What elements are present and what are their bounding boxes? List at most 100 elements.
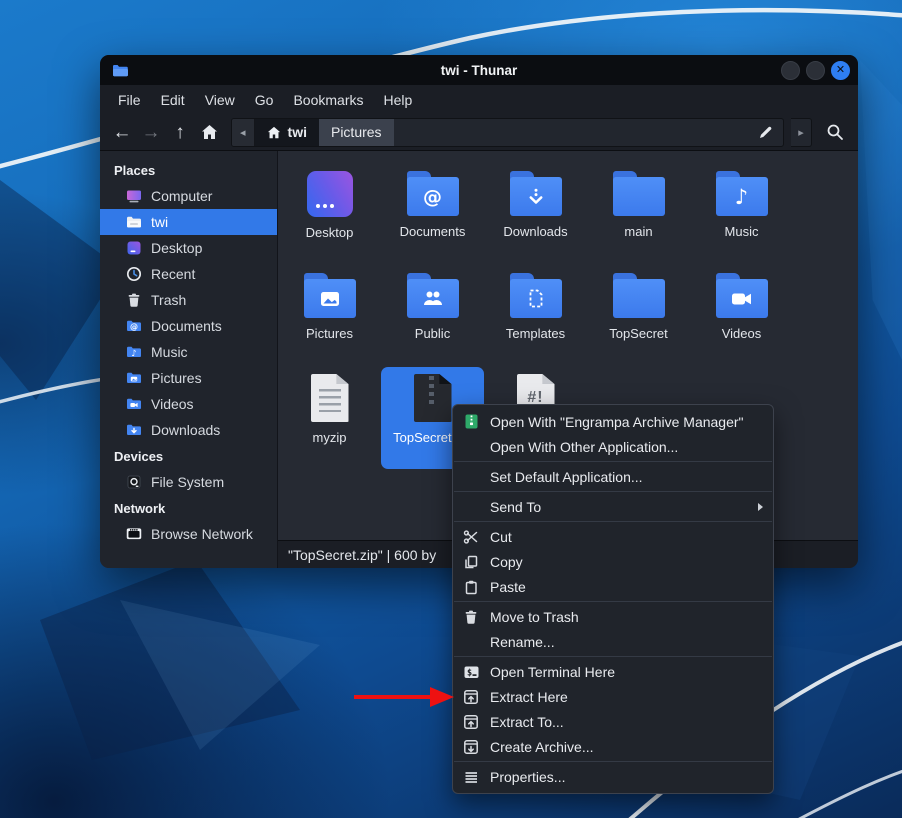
folder-icon: @ xyxy=(407,177,459,216)
path-scroll-right-button[interactable]: ▸ xyxy=(791,118,812,147)
extract-archive-icon xyxy=(463,714,488,730)
menu-item-extract-to[interactable]: Extract To... xyxy=(453,709,773,734)
menu-item-label: Copy xyxy=(490,554,523,570)
file-label: Downloads xyxy=(503,224,567,239)
sidebar-item-file-system[interactable]: File System xyxy=(100,469,277,495)
file-topsecret-folder[interactable]: TopSecret xyxy=(587,265,690,367)
path-segment-pictures[interactable]: Pictures xyxy=(319,119,394,146)
folder-music-icon: ♪ xyxy=(126,344,142,360)
menu-bookmarks[interactable]: Bookmarks xyxy=(283,88,373,112)
file-desktop[interactable]: Desktop xyxy=(278,163,381,265)
desktop-folder-icon xyxy=(307,171,353,217)
sidebar-item-label: Videos xyxy=(151,396,194,412)
menu-item-paste[interactable]: Paste xyxy=(453,574,773,599)
menu-edit[interactable]: Edit xyxy=(151,88,195,112)
sidebar-item-browse-network[interactable]: Browse Network xyxy=(100,521,277,547)
sidebar-item-label: Browse Network xyxy=(151,526,253,542)
file-myzip[interactable]: myzip xyxy=(278,367,381,469)
menu-item-label: Properties... xyxy=(490,769,565,785)
home-folder-icon xyxy=(126,214,142,230)
menu-item-send-to[interactable]: Send To xyxy=(453,494,773,519)
sidebar-item-downloads[interactable]: Downloads xyxy=(100,417,277,443)
menu-item-rename[interactable]: Rename... xyxy=(453,629,773,654)
path-segment-label: Pictures xyxy=(331,124,382,140)
folder-icon xyxy=(304,279,356,318)
path-segment-home[interactable]: twi xyxy=(255,119,319,146)
maximize-button[interactable] xyxy=(806,61,825,80)
sidebar-item-desktop[interactable]: Desktop xyxy=(100,235,277,261)
menu-item-create-archive[interactable]: Create Archive... xyxy=(453,734,773,759)
menu-separator xyxy=(454,521,772,522)
pencil-icon xyxy=(758,125,773,140)
file-label: Documents xyxy=(400,224,466,239)
sidebar-item-label: Music xyxy=(151,344,188,360)
terminal-icon: $ xyxy=(463,664,488,680)
menu-item-label: Paste xyxy=(490,579,526,595)
sidebar-item-videos[interactable]: Videos xyxy=(100,391,277,417)
forward-button[interactable]: → xyxy=(138,119,164,145)
file-downloads[interactable]: Downloads xyxy=(484,163,587,265)
sidebar-item-pictures[interactable]: Pictures xyxy=(100,365,277,391)
sidebar-item-label: Pictures xyxy=(151,370,202,386)
up-button[interactable]: ↑ xyxy=(167,119,193,145)
folder-icon xyxy=(613,279,665,318)
sidebar-item-music[interactable]: ♪ Music xyxy=(100,339,277,365)
file-label: TopSecret xyxy=(609,326,668,341)
menu-go[interactable]: Go xyxy=(245,88,284,112)
menu-item-open-terminal-here[interactable]: $ Open Terminal Here xyxy=(453,659,773,684)
menu-view[interactable]: View xyxy=(195,88,245,112)
menu-help[interactable]: Help xyxy=(374,88,423,112)
window-folder-icon xyxy=(112,64,128,77)
menu-item-open-with-other[interactable]: Open With Other Application... xyxy=(453,434,773,459)
folder-pictures-icon xyxy=(126,370,142,386)
menu-item-label: Set Default Application... xyxy=(490,469,643,485)
path-scroll-left-button[interactable]: ◂ xyxy=(232,119,255,146)
file-label: Desktop xyxy=(306,225,354,240)
menubar: File Edit View Go Bookmarks Help xyxy=(100,85,858,114)
sidebar-item-label: twi xyxy=(151,214,168,230)
status-text: "TopSecret.zip" | 600 by xyxy=(288,547,436,563)
back-button[interactable]: ← xyxy=(109,119,135,145)
sidebar-item-computer[interactable]: Computer xyxy=(100,183,277,209)
submenu-arrow-icon xyxy=(758,503,763,511)
menu-item-label: Open Terminal Here xyxy=(490,664,615,680)
menu-item-cut[interactable]: Cut xyxy=(453,524,773,549)
home-button[interactable] xyxy=(196,119,222,145)
menu-item-properties[interactable]: Properties... xyxy=(453,764,773,789)
sidebar-item-recent[interactable]: Recent xyxy=(100,261,277,287)
close-button[interactable]: ✕ xyxy=(831,61,850,80)
search-button[interactable] xyxy=(821,118,849,146)
file-pictures[interactable]: Pictures xyxy=(278,265,381,367)
titlebar[interactable]: twi - Thunar ✕ xyxy=(100,55,858,85)
file-documents[interactable]: @ Documents xyxy=(381,163,484,265)
minimize-button[interactable] xyxy=(781,61,800,80)
sidebar-header-devices: Devices xyxy=(100,443,277,469)
menu-item-copy[interactable]: Copy xyxy=(453,549,773,574)
drive-icon xyxy=(126,474,142,490)
properties-lines-icon xyxy=(463,769,488,785)
menu-item-set-default-application[interactable]: Set Default Application... xyxy=(453,464,773,489)
menu-item-move-to-trash[interactable]: Move to Trash xyxy=(453,604,773,629)
trash-icon xyxy=(126,292,142,308)
sidebar-item-trash[interactable]: Trash xyxy=(100,287,277,313)
file-label: myzip xyxy=(313,430,347,445)
file-label: Templates xyxy=(506,326,565,341)
trash-icon xyxy=(463,609,488,625)
file-main[interactable]: main xyxy=(587,163,690,265)
path-bar-empty[interactable] xyxy=(394,119,748,146)
sidebar-item-documents[interactable]: @ Documents xyxy=(100,313,277,339)
menu-item-extract-here[interactable]: Extract Here xyxy=(453,684,773,709)
folder-documents-icon: @ xyxy=(126,318,142,334)
edit-path-button[interactable] xyxy=(748,119,783,146)
sidebar-header-places: Places xyxy=(100,157,277,183)
menu-file[interactable]: File xyxy=(108,88,151,112)
file-public[interactable]: Public xyxy=(381,265,484,367)
file-music[interactable]: ♪ Music xyxy=(690,163,793,265)
file-templates[interactable]: Templates xyxy=(484,265,587,367)
menu-item-label: Send To xyxy=(490,499,541,515)
sidebar-item-twi[interactable]: twi xyxy=(100,209,277,235)
sidebar-item-label: Computer xyxy=(151,188,212,204)
sidebar-header-network: Network xyxy=(100,495,277,521)
file-videos[interactable]: Videos xyxy=(690,265,793,367)
menu-item-open-with-engrampa[interactable]: Open With "Engrampa Archive Manager" xyxy=(453,409,773,434)
